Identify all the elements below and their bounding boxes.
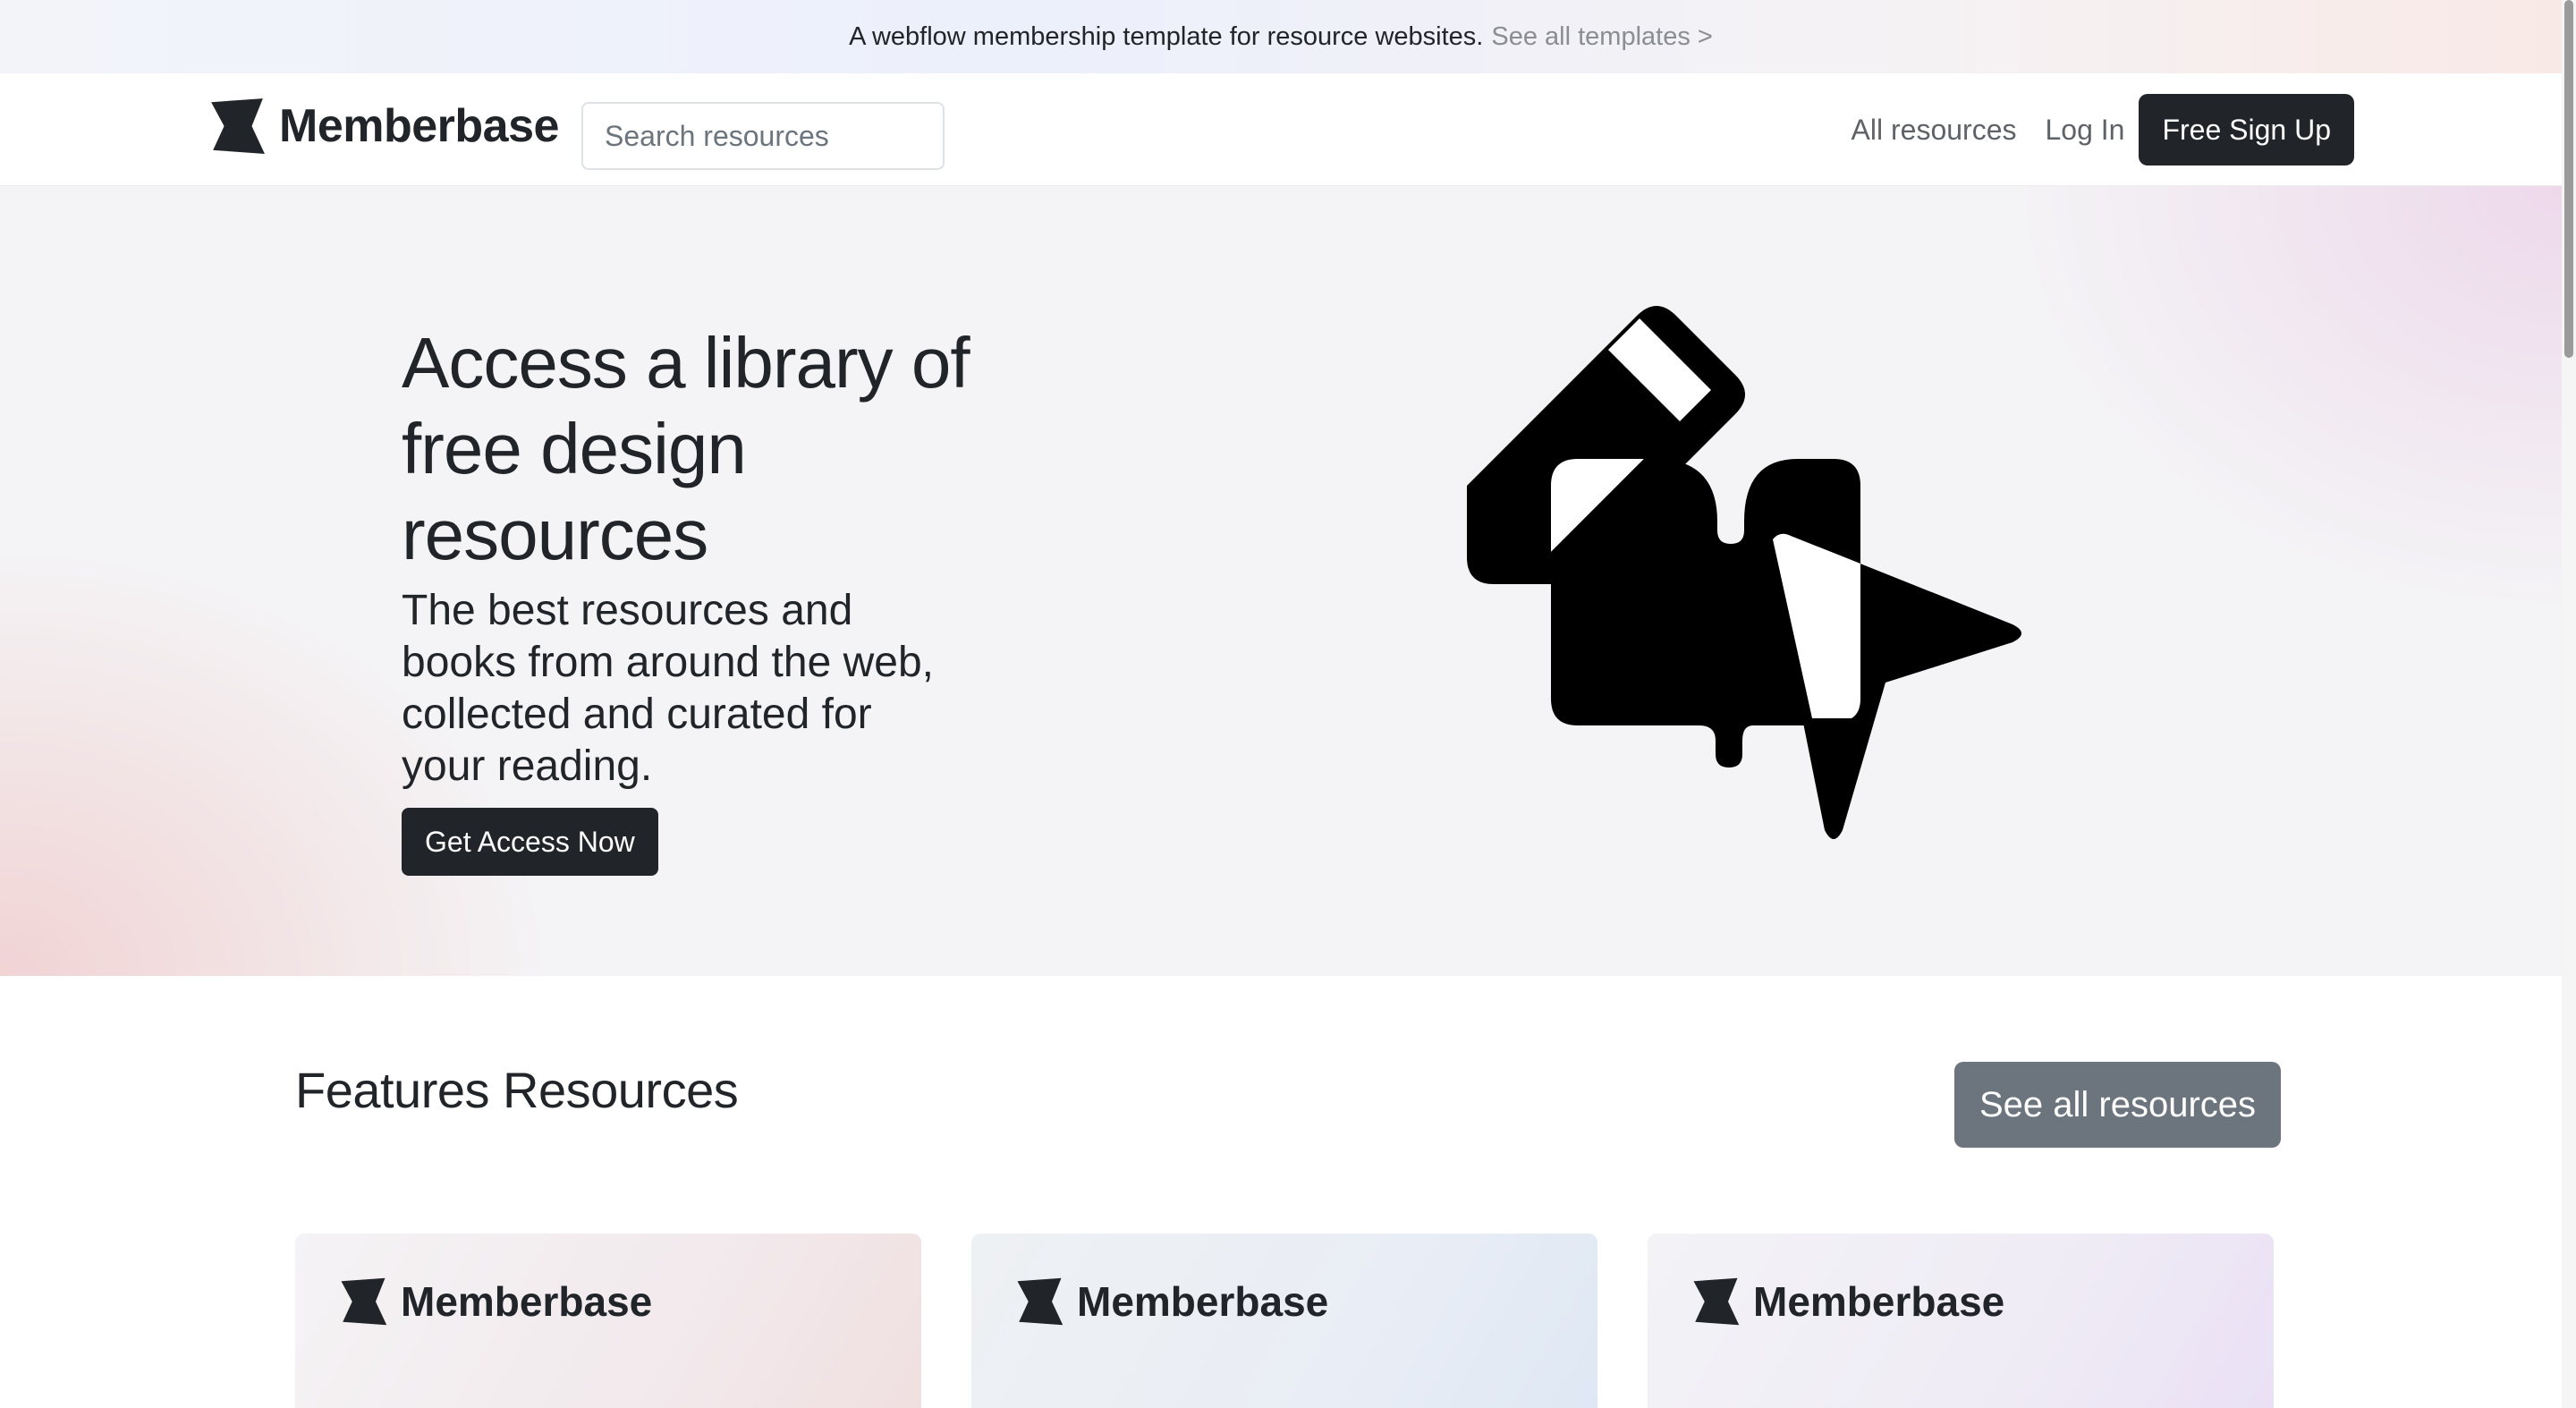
navbar: Memberbase All resources Log In Free Sig… [0,73,2562,186]
free-sign-up-button[interactable]: Free Sign Up [2139,94,2354,165]
features-title: Features Resources [295,1062,739,1118]
card-brand: Memberbase [338,1277,652,1327]
page-scrollbar[interactable] [2562,0,2576,1408]
card-brand-name: Memberbase [1077,1278,1329,1325]
see-all-resources-button[interactable]: See all resources [1954,1062,2281,1148]
nav-links: All resources Log In Free Sign Up [1852,94,2354,165]
memberbase-logo-icon [1693,1277,1740,1326]
memberbase-logo-icon [1017,1277,1063,1326]
card-brand: Memberbase [1014,1277,1328,1327]
resource-card[interactable]: Memberbase [1648,1234,2274,1408]
card-brand: Memberbase [1690,1277,2004,1327]
hero-section: Access a library of free design resource… [0,186,2562,976]
search-input[interactable] [581,102,945,170]
announcement-message: A webflow membership template for resour… [849,21,1484,51]
nav-login-link[interactable]: Log In [2046,114,2125,147]
resource-card[interactable]: Memberbase [295,1234,921,1408]
brand-name: Memberbase [279,100,559,152]
see-all-templates-link[interactable]: See all templates > [1491,22,1712,52]
pencil-chat-cursor-illustration [1467,306,2021,839]
announcement-bar: A webflow membership template for resour… [0,0,2562,73]
nav-all-resources-link[interactable]: All resources [1852,114,2017,147]
resource-card[interactable]: Memberbase [971,1234,1597,1408]
card-brand-name: Memberbase [401,1278,653,1325]
hero-title: Access a library of free design resource… [402,323,970,574]
memberbase-logo-icon [211,98,265,154]
brand-home-link[interactable]: Memberbase [208,97,559,156]
scrollbar-thumb[interactable] [2564,0,2573,358]
hero-subtitle: The best resources and books from around… [402,587,935,790]
memberbase-logo-icon [341,1277,387,1326]
get-access-button[interactable]: Get Access Now [402,808,658,876]
card-brand-name: Memberbase [1753,1278,2005,1325]
